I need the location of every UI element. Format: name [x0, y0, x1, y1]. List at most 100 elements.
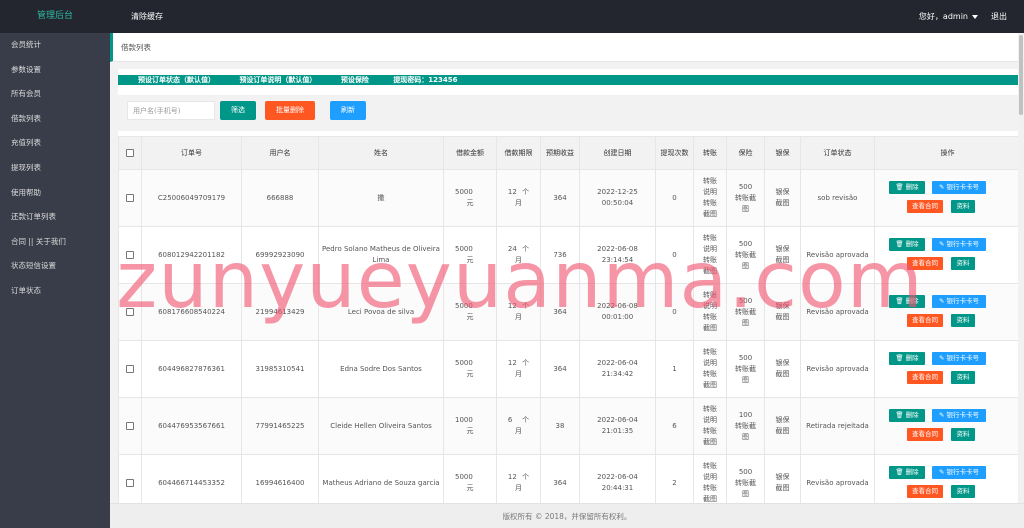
delete-button[interactable]: 🗑 删除: [889, 295, 925, 308]
amount-value[interactable]: 5000: [455, 301, 485, 312]
data-button[interactable]: 资料: [951, 257, 975, 270]
batch-delete-button[interactable]: 批量删除: [265, 101, 315, 120]
search-input[interactable]: [127, 101, 215, 120]
insurance-screenshot[interactable]: 转账截图: [733, 193, 759, 215]
period-value[interactable]: 12: [508, 472, 520, 483]
insurance-screenshot[interactable]: 转账截图: [733, 364, 759, 386]
cell-bank-insurance[interactable]: 银保截图: [764, 226, 801, 284]
data-button[interactable]: 资料: [951, 485, 975, 498]
delete-button[interactable]: 🗑 删除: [889, 352, 925, 365]
sidebar-item-contract-about[interactable]: 合同 || 关于我们: [0, 230, 110, 255]
period-value[interactable]: 12: [508, 301, 520, 312]
data-button[interactable]: 资料: [951, 314, 975, 327]
row-checkbox[interactable]: [126, 307, 134, 316]
period-value[interactable]: 12: [508, 358, 520, 369]
cell-bank-insurance[interactable]: 银保截图: [764, 283, 801, 341]
cell-transfer[interactable]: 转账说明转账截图: [693, 340, 727, 398]
view-contract-button[interactable]: 查看合同: [907, 200, 943, 213]
row-checkbox[interactable]: [126, 250, 134, 259]
insurance-screenshot[interactable]: 转账截图: [733, 307, 759, 329]
select-all-checkbox[interactable]: [126, 149, 134, 157]
view-contract-button[interactable]: 查看合同: [907, 485, 943, 498]
sidebar-item-repayments[interactable]: 还款订单列表: [0, 205, 110, 230]
row-checkbox[interactable]: [126, 478, 134, 487]
cell-transfer[interactable]: 转账说明转账截图: [693, 454, 727, 503]
brand-title[interactable]: 管理后台: [0, 0, 110, 33]
data-button[interactable]: 资料: [951, 200, 975, 213]
sidebar-item-members[interactable]: 所有会员: [0, 82, 110, 107]
cell-bank-insurance[interactable]: 银保截图: [764, 454, 801, 503]
bank-card-button[interactable]: ✎ 银行卡卡号: [932, 466, 986, 479]
transfer-links[interactable]: 转账说明转账截图: [701, 461, 719, 503]
data-button[interactable]: 资料: [951, 371, 975, 384]
delete-button[interactable]: 🗑 删除: [889, 181, 925, 194]
insurance-screenshot[interactable]: 转账截图: [733, 250, 759, 272]
view-contract-button[interactable]: 查看合同: [907, 314, 943, 327]
transfer-links[interactable]: 转账说明转账截图: [701, 404, 719, 448]
bank-card-button[interactable]: ✎ 银行卡卡号: [932, 352, 986, 365]
sidebar-item-member-stats[interactable]: 会员统计: [0, 33, 110, 58]
amount-value[interactable]: 5000: [455, 472, 485, 483]
view-contract-button[interactable]: 查看合同: [907, 371, 943, 384]
bank-screenshot[interactable]: 银保截图: [774, 472, 792, 494]
created-date: 2022-12-25: [597, 188, 638, 196]
delete-button[interactable]: 🗑 删除: [889, 409, 925, 422]
transfer-links[interactable]: 转账说明转账截图: [701, 176, 719, 220]
amount-value[interactable]: 5000: [455, 187, 485, 198]
scrollbar-thumb[interactable]: [1019, 35, 1023, 115]
bank-card-button[interactable]: ✎ 银行卡卡号: [932, 295, 986, 308]
order-status-default[interactable]: 预设订单状态（默认值）: [138, 76, 215, 84]
bank-card-button[interactable]: ✎ 银行卡卡号: [932, 238, 986, 251]
refresh-button[interactable]: 刷新: [330, 101, 366, 120]
insurance-default[interactable]: 预设保险: [341, 76, 369, 84]
insurance-screenshot[interactable]: 转账截图: [733, 421, 759, 443]
period-value[interactable]: 24: [508, 244, 520, 255]
cell-transfer[interactable]: 转账说明转账截图: [693, 169, 727, 227]
sidebar-item-withdrawals[interactable]: 提现列表: [0, 156, 110, 181]
delete-button[interactable]: 🗑 删除: [889, 238, 925, 251]
bank-screenshot[interactable]: 银保截图: [774, 187, 792, 209]
cell-bank-insurance[interactable]: 银保截图: [764, 169, 801, 227]
bank-screenshot[interactable]: 银保截图: [774, 244, 792, 266]
amount-value[interactable]: 5000: [455, 358, 485, 369]
cell-name: Cleide Hellen Oliveira Santos: [318, 397, 444, 455]
sidebar-item-recharges[interactable]: 充值列表: [0, 131, 110, 156]
bank-screenshot[interactable]: 银保截图: [774, 415, 792, 437]
bank-card-button[interactable]: ✎ 银行卡卡号: [932, 181, 986, 194]
cell-bank-insurance[interactable]: 银保截图: [764, 340, 801, 398]
bank-screenshot[interactable]: 银保截图: [774, 358, 792, 380]
transfer-links[interactable]: 转账说明转账截图: [701, 233, 719, 277]
period-value[interactable]: 6: [508, 415, 520, 426]
data-button[interactable]: 资料: [951, 428, 975, 441]
view-contract-button[interactable]: 查看合同: [907, 428, 943, 441]
bank-card-button[interactable]: ✎ 银行卡卡号: [932, 409, 986, 422]
row-checkbox[interactable]: [126, 364, 134, 373]
view-contract-button[interactable]: 查看合同: [907, 257, 943, 270]
period-value[interactable]: 12: [508, 187, 520, 198]
insurance-screenshot[interactable]: 转账截图: [733, 478, 759, 500]
user-menu[interactable]: 您好，admin: [919, 0, 978, 33]
row-checkbox[interactable]: [126, 421, 134, 430]
sidebar-item-loans[interactable]: 借款列表: [0, 107, 110, 132]
cell-transfer[interactable]: 转账说明转账截图: [693, 226, 727, 284]
amount-value[interactable]: 5000: [455, 244, 485, 255]
bank-screenshot[interactable]: 银保截图: [774, 301, 792, 323]
clear-cache-link[interactable]: 清除缓存: [131, 0, 163, 33]
sidebar-item-sms-settings[interactable]: 状态短信设置: [0, 254, 110, 279]
amount-value[interactable]: 1000: [455, 415, 485, 426]
cell-transfer[interactable]: 转账说明转账截图: [693, 283, 727, 341]
logout-link[interactable]: 退出: [991, 0, 1007, 33]
filter-button[interactable]: 筛选: [220, 101, 256, 120]
scrollbar[interactable]: [1018, 33, 1024, 503]
order-desc-default[interactable]: 预设订单说明（默认值）: [239, 76, 316, 84]
header-expected-income: 预期收益: [540, 136, 580, 170]
sidebar-item-help[interactable]: 使用帮助: [0, 181, 110, 206]
transfer-links[interactable]: 转账说明转账截图: [701, 290, 719, 334]
sidebar-item-settings[interactable]: 参数设置: [0, 58, 110, 83]
transfer-links[interactable]: 转账说明转账截图: [701, 347, 719, 391]
row-checkbox[interactable]: [126, 193, 134, 202]
sidebar-item-order-status[interactable]: 订单状态: [0, 279, 110, 304]
cell-bank-insurance[interactable]: 银保截图: [764, 397, 801, 455]
delete-button[interactable]: 🗑 删除: [889, 466, 925, 479]
cell-transfer[interactable]: 转账说明转账截图: [693, 397, 727, 455]
